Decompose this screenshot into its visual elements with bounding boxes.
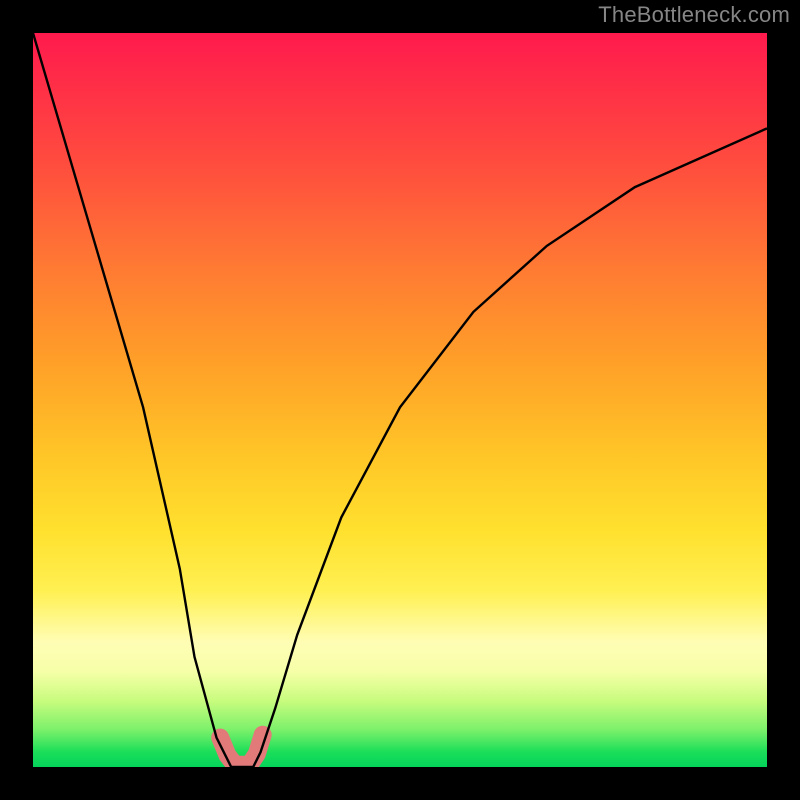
curve-svg (33, 33, 767, 767)
bottleneck-curve (33, 33, 767, 767)
plot-area (33, 33, 767, 767)
chart-frame: TheBottleneck.com (0, 0, 800, 800)
watermark-text: TheBottleneck.com (598, 2, 790, 28)
